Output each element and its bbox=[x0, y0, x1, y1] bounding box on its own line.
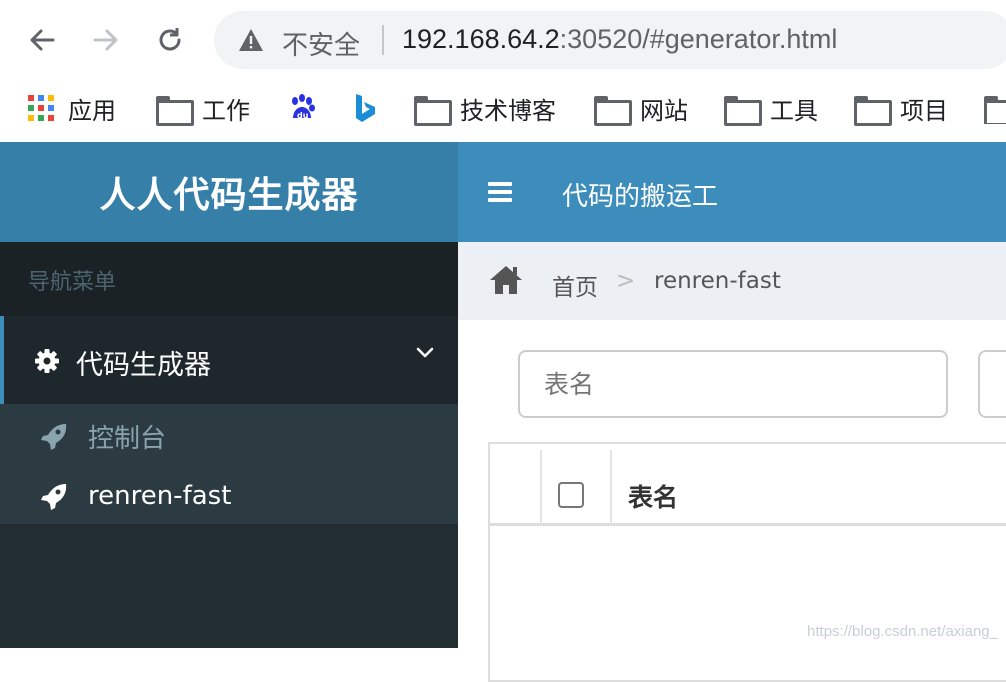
folder-icon bbox=[724, 96, 756, 120]
bookmark-projects[interactable]: 项目 bbox=[854, 92, 948, 124]
bookmark-label: 技术博客 bbox=[460, 91, 556, 126]
breadcrumb-current: renren-fast bbox=[654, 268, 781, 294]
column-divider bbox=[610, 450, 612, 524]
url-text[interactable]: 192.168.64.2:30520/#generator.html bbox=[402, 24, 837, 55]
top-navbar: 代码的搬运工 bbox=[458, 142, 1006, 242]
table-header: 表名 bbox=[490, 444, 1006, 526]
home-icon[interactable] bbox=[488, 264, 524, 301]
bookmark-label: 工作 bbox=[202, 91, 250, 126]
bookmarks-bar: 应用 工作 du 技术博客 bbox=[0, 84, 1006, 132]
column-divider bbox=[540, 450, 542, 524]
bookmark-overflow-folder[interactable] bbox=[984, 92, 1006, 124]
folder-icon bbox=[156, 96, 188, 120]
folder-icon bbox=[414, 96, 446, 120]
secondary-input[interactable] bbox=[978, 350, 1006, 418]
arrow-left-icon bbox=[27, 25, 57, 55]
apps-grid-icon bbox=[28, 95, 54, 121]
breadcrumb: 首页 > renren-fast bbox=[458, 242, 1006, 320]
bookmark-sites[interactable]: 网站 bbox=[594, 92, 688, 124]
bookmark-label: 网站 bbox=[640, 91, 688, 126]
sidebar-toggle-icon[interactable] bbox=[488, 182, 512, 206]
bookmark-bing[interactable] bbox=[354, 92, 390, 124]
select-all-checkbox[interactable] bbox=[558, 482, 584, 508]
breadcrumb-home[interactable]: 首页 bbox=[552, 268, 598, 302]
sidebar-item-console[interactable]: 控制台 bbox=[40, 416, 166, 456]
sidebar-item-label: renren-fast bbox=[88, 481, 231, 511]
security-label[interactable]: 不安全 bbox=[282, 25, 360, 62]
sidebar-menu-label: 代码生成器 bbox=[76, 343, 211, 382]
bing-icon bbox=[354, 93, 376, 123]
chevron-down-icon bbox=[416, 346, 434, 364]
arrow-right-icon bbox=[91, 25, 121, 55]
bookmark-label: 项目 bbox=[900, 91, 948, 126]
rocket-icon bbox=[40, 422, 68, 450]
sidebar-submenu: 控制台 renren-fast bbox=[0, 404, 458, 524]
bookmark-label: 工具 bbox=[770, 91, 818, 126]
bookmark-apps[interactable]: 应用 bbox=[28, 92, 116, 124]
back-button[interactable] bbox=[24, 22, 60, 58]
app-logo[interactable]: 人人代码生成器 bbox=[0, 142, 458, 242]
content-area: 首页 > renren-fast 表名 bbox=[458, 242, 1006, 648]
warning-icon bbox=[238, 28, 264, 57]
folder-icon bbox=[854, 96, 886, 120]
sidebar-header: 导航菜单 bbox=[0, 242, 458, 316]
folder-icon bbox=[984, 96, 1006, 120]
main-panel: 表名 bbox=[458, 320, 1006, 648]
reload-icon bbox=[155, 25, 185, 55]
bookmark-tech-blog[interactable]: 技术博客 bbox=[414, 92, 556, 124]
column-header-table-name[interactable]: 表名 bbox=[628, 478, 678, 514]
table-name-search-input[interactable] bbox=[518, 350, 948, 418]
data-table: 表名 bbox=[488, 442, 1006, 682]
address-bar[interactable]: 不安全 192.168.64.2:30520/#generator.html bbox=[214, 11, 1006, 69]
bookmark-label: 应用 bbox=[68, 91, 116, 126]
sidebar-menu-code-generator[interactable]: 代码生成器 bbox=[0, 316, 458, 404]
bookmark-work[interactable]: 工作 bbox=[156, 92, 250, 124]
svg-text:du: du bbox=[297, 111, 309, 120]
baidu-icon: du bbox=[288, 94, 316, 122]
watermark: https://blog.csdn.net/axiang_ bbox=[807, 623, 998, 640]
topbar-title: 代码的搬运工 bbox=[562, 176, 718, 213]
reload-button[interactable] bbox=[152, 22, 188, 58]
bookmark-baidu[interactable]: du bbox=[288, 92, 330, 124]
url-host: 192.168.64.2 bbox=[402, 24, 560, 54]
breadcrumb-separator: > bbox=[616, 268, 635, 294]
browser-chrome: 不安全 192.168.64.2:30520/#generator.html 应… bbox=[0, 0, 1006, 142]
gear-icon bbox=[34, 348, 60, 379]
folder-icon bbox=[594, 96, 626, 120]
url-path: :30520/#generator.html bbox=[560, 24, 838, 54]
sidebar-item-renren-fast[interactable]: renren-fast bbox=[40, 476, 231, 516]
sidebar-item-label: 控制台 bbox=[88, 418, 166, 455]
forward-button[interactable] bbox=[88, 22, 124, 58]
sidebar: 导航菜单 代码生成器 控制台 bbox=[0, 242, 458, 648]
rocket-icon bbox=[40, 482, 68, 510]
omnibox-divider bbox=[382, 25, 384, 55]
bookmark-tools[interactable]: 工具 bbox=[724, 92, 818, 124]
